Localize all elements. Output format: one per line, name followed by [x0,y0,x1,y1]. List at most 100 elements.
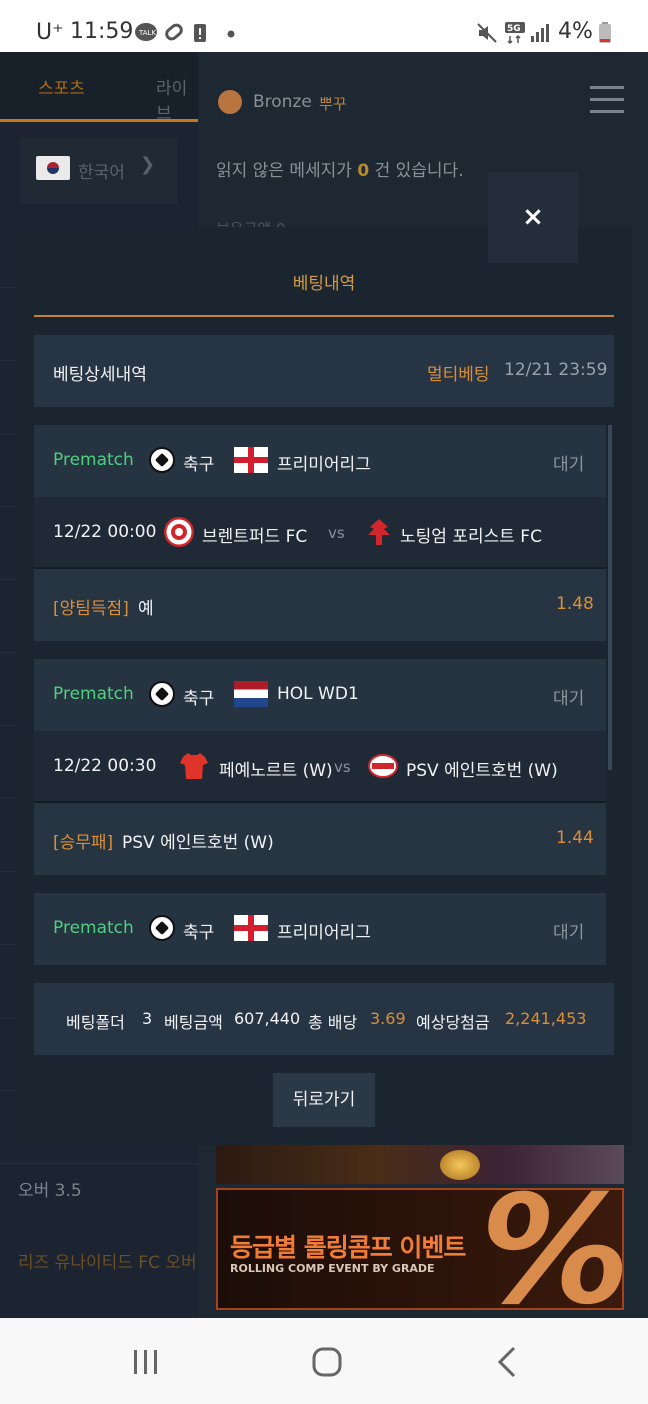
background-tabs: 스포츠 라이브 [0,52,198,124]
tab-sports[interactable]: 스포츠 [38,74,85,99]
home-icon[interactable] [306,1344,346,1380]
dot-icon [227,30,235,38]
talk-icon: TALK [135,23,157,41]
league-label: HOL WD1 [277,684,359,704]
home-team: 페예노르트 (W) [219,761,333,781]
folder-count: 3 [142,1009,153,1028]
home-team: 브렌트퍼드 FC [202,527,308,547]
bet-info-row: Prematch 축구 프리미어리그 대기 [34,425,606,497]
bet-info-row: Prematch 축구 프리미어리그 대기 [34,893,606,965]
league-label: 프리미어리그 [277,455,371,475]
bet-detail-header: 베팅상세내역 멀티베팅 12/21 23:59 [34,335,614,407]
carrier-label: U⁺ [36,20,64,45]
market-label: [양팀득점] [53,599,129,619]
vs-label: vs [334,758,351,776]
rolling-comp-banner[interactable]: % 등급별 롤링콤프 이벤트 ROLLING COMP EVENT BY GRA… [216,1176,630,1326]
scrollbar[interactable] [608,425,612,770]
hamburger-menu-icon[interactable] [590,86,624,114]
svg-text:5G: 5G [507,24,521,34]
match-time: 12/22 00:00 [53,522,157,542]
england-flag-icon [234,915,268,941]
phase-label: Prematch [53,450,134,470]
unread-count: 0 [357,161,370,181]
bet-info-row: Prematch 축구 HOL WD1 대기 [34,659,606,731]
system-nav-bar [0,1318,648,1404]
bronze-medal-icon [218,90,242,114]
language-selector[interactable]: 한국어 ❯ [20,138,178,204]
unread-message-notice[interactable]: 읽지 않은 메세지가 0 건 있습니다. [216,156,464,181]
total-odds: 3.69 [370,1009,406,1028]
betting-history-modal: 베팅내역 베팅상세내역 멀티베팅 12/21 23:59 Prematch 축구… [16,227,632,1145]
mute-icon [477,23,497,43]
korea-flag-icon [36,156,70,180]
england-flag-icon [234,447,268,473]
background-list-item-over[interactable]: 오버 3.5 [18,1176,82,1201]
bet-amount: 607,440 [234,1009,301,1028]
amount-label: 베팅금액 [164,1013,223,1032]
market-label: [승무패] [53,833,114,853]
clock: 11:59 [70,19,134,44]
recent-apps-icon[interactable] [126,1344,166,1380]
expected-payout: 2,241,453 [505,1009,587,1028]
signal-icon [531,24,549,42]
league-label: 프리미어리그 [277,923,371,943]
link-icon [165,23,183,41]
feyenoord-shirt-icon [180,753,208,779]
modal-title: 베팅내역 [292,274,356,294]
percent-graphic: % [480,1164,631,1338]
phase-label: Prematch [53,684,134,704]
soccer-ball-icon [149,447,175,473]
folder-label: 베팅폴더 [66,1013,125,1032]
back-icon[interactable] [488,1344,528,1380]
selection-label: PSV 에인트호번 (W) [122,833,274,853]
svg-text:TALK: TALK [138,29,156,37]
chevron-down-icon: ❯ [140,154,156,175]
back-button[interactable]: 뒤로가기 [273,1073,375,1127]
nottingham-crest-icon [368,519,390,545]
soccer-ball-icon [149,681,175,707]
coin-image [440,1150,480,1180]
odds-value: 1.48 [556,594,594,614]
promo-title: 등급별 롤링콤프 이벤트 [230,1233,466,1262]
sport-label: 축구 [183,689,215,709]
background-list-item-leeds[interactable]: 리즈 유나이티드 FC 오버 [18,1248,197,1273]
selection-row: [승무패] PSV 에인트호번 (W) 1.44 [34,803,606,875]
bet-datetime: 12/21 23:59 [504,360,608,380]
selection-label: 예 [138,599,154,619]
status-badge: 대기 [553,689,585,709]
match-row: 12/22 00:30 페예노르트 (W) vs PSV 에인트호번 (W) [34,731,606,803]
5g-icon: 5G [505,22,525,44]
bet-list[interactable]: Prematch 축구 프리미어리그 대기 12/22 00:00 브렌트퍼드 … [34,425,614,967]
language-label: 한국어 [78,163,125,183]
match-row: 12/22 00:00 브렌트퍼드 FC vs 노팅엄 포리스트 FC [34,497,606,569]
close-button[interactable]: × [488,173,578,263]
tab-live[interactable]: 라이브 [156,74,198,124]
sport-label: 축구 [183,455,215,475]
phase-label: Prematch [53,918,134,938]
brentford-crest-icon [164,517,194,547]
vs-label: vs [328,524,345,542]
psv-crest-icon [368,754,398,778]
selection-row: [양팀득점] 예 1.48 [34,569,606,641]
title-divider [34,315,614,317]
total-odds-label: 총 배당 [308,1013,358,1032]
rank-label: Bronze [253,92,312,112]
status-bar: U⁺ 11:59 TALK 5G 4% [0,0,648,52]
bet-type: 멀티베팅 [427,365,490,385]
sport-label: 축구 [183,923,215,943]
payout-label: 예상당첨금 [416,1013,490,1032]
away-team: 노팅엄 포리스트 FC [400,527,542,547]
bet-summary: 베팅폴더 3 베팅금액 607,440 총 배당 3.69 예상당첨금 2,24… [34,983,614,1055]
battery-icon [599,22,611,43]
detail-label: 베팅상세내역 [53,365,147,385]
status-badge: 대기 [553,923,585,943]
status-badge: 대기 [553,455,585,475]
battery-percent: 4% [558,19,593,44]
promo-subtitle: ROLLING COMP EVENT BY GRADE [230,1262,435,1275]
away-team: PSV 에인트호번 (W) [406,761,558,781]
nickname: 뿌꾸 [319,95,347,113]
match-time: 12/22 00:30 [53,756,157,776]
battery-alert-icon [194,24,206,42]
netherlands-flag-icon [234,681,268,707]
odds-value: 1.44 [556,828,594,848]
